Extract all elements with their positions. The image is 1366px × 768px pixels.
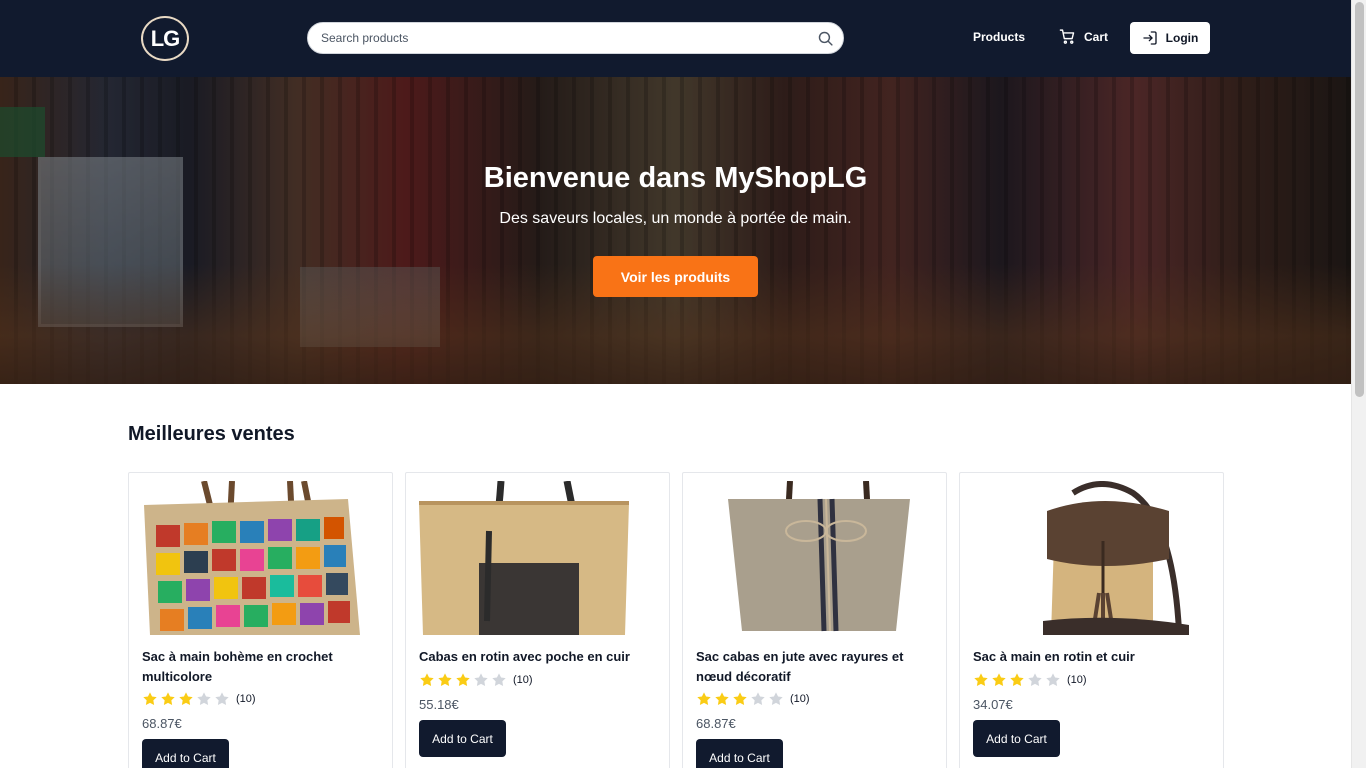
star-rating bbox=[142, 691, 230, 707]
star-filled-icon bbox=[974, 673, 988, 687]
nav-cart-link[interactable]: Cart bbox=[1059, 28, 1108, 45]
add-to-cart-button[interactable]: Add to Cart bbox=[419, 720, 506, 757]
star-filled-icon bbox=[143, 692, 157, 706]
star-empty-icon bbox=[474, 673, 488, 687]
scrollbar-thumb[interactable] bbox=[1355, 2, 1364, 397]
star-filled-icon bbox=[1010, 673, 1024, 687]
star-empty-icon bbox=[492, 673, 506, 687]
view-products-button[interactable]: Voir les produits bbox=[593, 256, 758, 297]
cart-icon bbox=[1059, 29, 1075, 44]
star-filled-icon bbox=[992, 673, 1006, 687]
product-price: 68.87€ bbox=[142, 716, 182, 731]
star-empty-icon bbox=[1046, 673, 1060, 687]
search-bar bbox=[307, 22, 844, 54]
search-input[interactable] bbox=[321, 23, 801, 53]
star-filled-icon bbox=[456, 673, 470, 687]
product-price: 55.18€ bbox=[419, 697, 459, 712]
logo[interactable]: LG bbox=[141, 16, 189, 61]
login-icon bbox=[1143, 31, 1157, 45]
product-card[interactable]: Sac à main en rotin et cuir (10) 34.07€ … bbox=[959, 472, 1224, 768]
product-name[interactable]: Sac à main bohème en crochet multicolore bbox=[142, 647, 382, 687]
product-price: 34.07€ bbox=[973, 697, 1013, 712]
add-to-cart-button[interactable]: Add to Cart bbox=[142, 739, 229, 768]
star-rating bbox=[419, 672, 507, 688]
hero-subtitle: Des saveurs locales, un monde à portée d… bbox=[499, 210, 852, 227]
product-rating: (10) bbox=[973, 672, 1087, 688]
product-image[interactable] bbox=[696, 481, 934, 635]
add-to-cart-button[interactable]: Add to Cart bbox=[973, 720, 1060, 757]
login-label: Login bbox=[1165, 31, 1199, 45]
hero-overlay bbox=[0, 77, 1351, 384]
product-rating: (10) bbox=[696, 691, 810, 707]
star-filled-icon bbox=[697, 692, 711, 706]
add-to-cart-button[interactable]: Add to Cart bbox=[696, 739, 783, 768]
login-button[interactable]: Login bbox=[1130, 22, 1210, 54]
review-count: (10) bbox=[236, 693, 256, 705]
star-rating bbox=[973, 672, 1061, 688]
product-name[interactable]: Sac cabas en jute avec rayures et nœud d… bbox=[696, 647, 936, 687]
search-icon[interactable] bbox=[817, 30, 834, 47]
product-card[interactable]: Sac cabas en jute avec rayures et nœud d… bbox=[682, 472, 947, 768]
product-card[interactable]: Cabas en rotin avec poche en cuir (10) 5… bbox=[405, 472, 670, 768]
product-image[interactable] bbox=[419, 481, 657, 635]
site-header: LG Products Cart Login bbox=[0, 0, 1351, 77]
review-count: (10) bbox=[1067, 674, 1087, 686]
star-empty-icon bbox=[1028, 673, 1042, 687]
hero-banner: Bienvenue dans MyShopLG Des saveurs loca… bbox=[0, 77, 1351, 384]
product-image[interactable] bbox=[973, 481, 1211, 635]
star-empty-icon bbox=[215, 692, 229, 706]
star-rating bbox=[696, 691, 784, 707]
star-filled-icon bbox=[179, 692, 193, 706]
star-empty-icon bbox=[197, 692, 211, 706]
review-count: (10) bbox=[513, 674, 533, 686]
star-empty-icon bbox=[769, 692, 783, 706]
page: LG Products Cart Login bbox=[0, 0, 1351, 768]
star-filled-icon bbox=[715, 692, 729, 706]
star-filled-icon bbox=[161, 692, 175, 706]
product-rating: (10) bbox=[419, 672, 533, 688]
star-filled-icon bbox=[438, 673, 452, 687]
product-rating: (10) bbox=[142, 691, 256, 707]
nav-products-link[interactable]: Products bbox=[973, 30, 1025, 44]
star-filled-icon bbox=[733, 692, 747, 706]
review-count: (10) bbox=[790, 693, 810, 705]
best-sellers-title: Meilleures ventes bbox=[128, 423, 295, 445]
product-name[interactable]: Sac à main en rotin et cuir bbox=[973, 647, 1213, 667]
product-name[interactable]: Cabas en rotin avec poche en cuir bbox=[419, 647, 659, 667]
star-filled-icon bbox=[420, 673, 434, 687]
vertical-scrollbar[interactable] bbox=[1351, 0, 1366, 768]
product-image[interactable] bbox=[142, 481, 380, 635]
product-card[interactable]: Sac à main bohème en crochet multicolore… bbox=[128, 472, 393, 768]
star-empty-icon bbox=[751, 692, 765, 706]
cart-label: Cart bbox=[1084, 29, 1109, 44]
product-price: 68.87€ bbox=[696, 716, 736, 731]
hero-title: Bienvenue dans MyShopLG bbox=[483, 162, 868, 194]
